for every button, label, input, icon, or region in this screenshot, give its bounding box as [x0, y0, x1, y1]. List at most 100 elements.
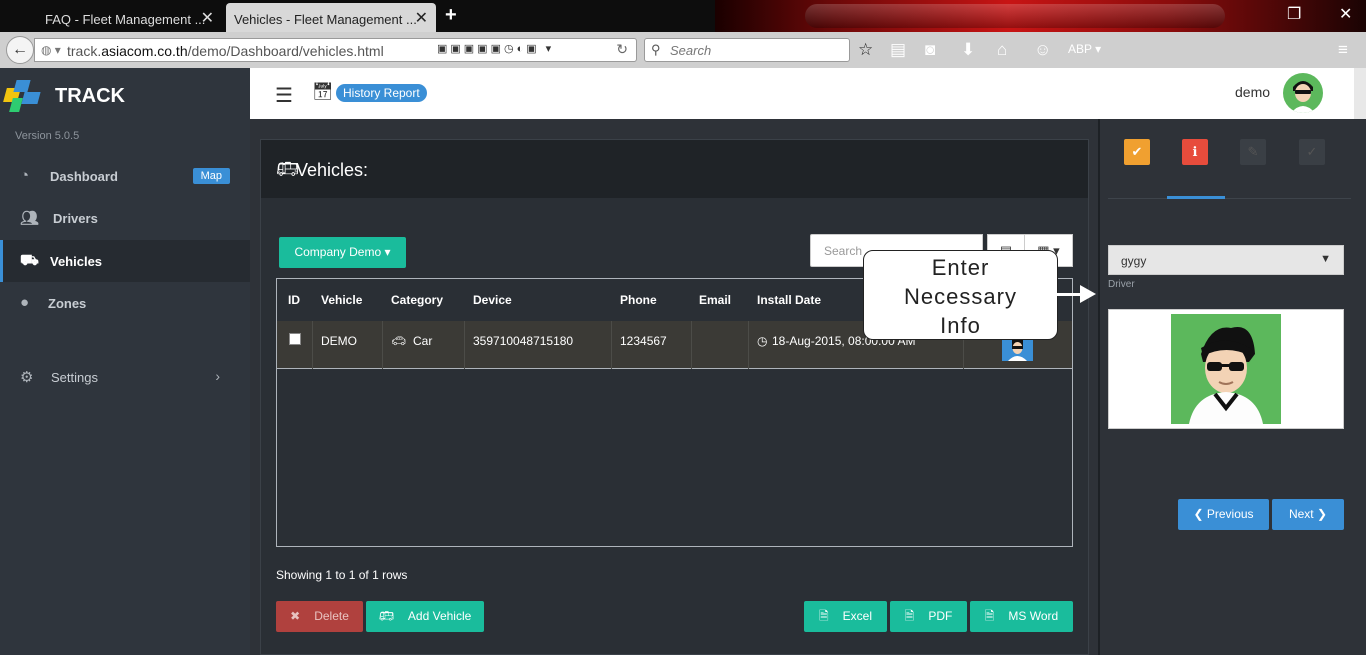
- driver-select[interactable]: gygy ▼: [1108, 245, 1344, 275]
- globe-icon: ●: [20, 294, 30, 311]
- sidebar-item-label: Dashboard: [50, 169, 118, 184]
- url-bar[interactable]: ◍ ▾ track.asiacom.co.th/demo/Dashboard/v…: [34, 38, 637, 62]
- browser-tab-faq[interactable]: FAQ - Fleet Management ... ✕: [0, 3, 222, 32]
- hamburger-menu-icon[interactable]: ☰: [275, 83, 293, 108]
- calendar-icon[interactable]: 📅︎: [312, 82, 334, 102]
- close-tab-icon[interactable]: ✕: [415, 8, 428, 28]
- step-edit-icon[interactable]: ✎: [1240, 139, 1266, 165]
- column-header-phone[interactable]: Phone: [620, 293, 657, 307]
- file-word-icon: 🗎︎: [984, 609, 995, 623]
- sidebar-item-label: Settings: [51, 370, 98, 385]
- version-label: Version 5.0.5: [15, 130, 80, 142]
- adblock-icon[interactable]: ABP ▾: [1068, 42, 1101, 56]
- column-header-email[interactable]: Email: [699, 293, 731, 307]
- callout-line: Necessary: [904, 284, 1017, 309]
- back-arrow-icon[interactable]: ←: [6, 36, 34, 64]
- history-report-button[interactable]: History Report: [336, 84, 427, 102]
- close-icon: ✖: [290, 609, 301, 623]
- instruction-callout: Enter Necessary Info: [863, 250, 1058, 340]
- download-icon[interactable]: ⬇: [961, 40, 975, 60]
- cell-category: Car: [413, 334, 433, 348]
- sidebar-item-vehicles[interactable]: ⛟ Vehicles: [0, 240, 250, 282]
- map-badge[interactable]: Map: [192, 168, 230, 184]
- file-pdf-icon: 🗎︎: [904, 609, 915, 623]
- delete-button[interactable]: ✖ Delete: [276, 601, 363, 632]
- close-window-icon[interactable]: ✕: [1339, 4, 1352, 24]
- sidebar-item-dashboard[interactable]: ◔ Dashboard Map: [0, 155, 250, 197]
- username[interactable]: demo: [1235, 84, 1270, 100]
- export-word-button[interactable]: 🗎︎ MS Word: [970, 601, 1073, 632]
- browser-tab-vehicles[interactable]: Vehicles - Fleet Management ... ✕: [226, 3, 436, 32]
- file-excel-icon: 🗎︎: [819, 609, 829, 623]
- wizard-panel: ✔ ℹ ✎ ✓ gygy ▼ Driver ❮ Previous Next ❯: [1098, 119, 1366, 655]
- column-header-category[interactable]: Category: [391, 293, 443, 307]
- sidebar-item-label: Drivers: [53, 211, 98, 226]
- panel-header: 🚌︎ Vehicles:: [261, 140, 1088, 198]
- extension-icons[interactable]: ▣▣▣▣▣◷◐▣ ▾: [437, 42, 554, 55]
- brand-name: TRACK: [55, 85, 125, 107]
- row-checkbox[interactable]: [289, 333, 301, 345]
- sidebar-item-label: Zones: [48, 296, 87, 311]
- clock-icon: ◷: [757, 334, 768, 348]
- theme-background: [715, 0, 1366, 32]
- step-info-icon[interactable]: ℹ: [1182, 139, 1208, 165]
- sidebar-item-zones[interactable]: ● Zones: [0, 282, 250, 324]
- driver-thumbnail[interactable]: [1002, 337, 1033, 361]
- column-header-id[interactable]: ID: [288, 293, 300, 307]
- column-header-install-date[interactable]: Install Date: [757, 293, 821, 307]
- reload-icon[interactable]: ↻: [616, 41, 628, 58]
- tab-title: Vehicles - Fleet Management ...: [234, 12, 417, 27]
- search-bar[interactable]: ⚲ Search: [644, 38, 850, 62]
- chevron-left-icon: ❮: [1193, 507, 1204, 521]
- previous-button[interactable]: ❮ Previous: [1178, 499, 1269, 530]
- menu-icon[interactable]: ≡: [1338, 40, 1348, 60]
- search-icon: ⚲: [651, 42, 661, 57]
- pocket-icon[interactable]: ◙: [925, 40, 935, 60]
- wizard-active-indicator: [1167, 196, 1225, 199]
- cell-device: 359710048715180: [473, 334, 574, 348]
- chevron-right-icon: ›: [215, 368, 220, 384]
- tab-title: FAQ - Fleet Management ...: [45, 12, 206, 27]
- browser-tabbar: FAQ - Fleet Management ... ✕ Vehicles - …: [0, 0, 1366, 32]
- globe-icon: ◍ ▾: [41, 43, 61, 57]
- page-scrollbar[interactable]: [1354, 68, 1366, 119]
- callout-line: Enter: [931, 255, 990, 280]
- browser-navbar: ← ◍ ▾ track.asiacom.co.th/demo/Dashboard…: [0, 32, 1366, 68]
- bookmark-star-icon[interactable]: ☆: [858, 40, 873, 60]
- column-header-device[interactable]: Device: [473, 293, 512, 307]
- dashboard-icon: ◔: [20, 167, 30, 184]
- wizard-progress-line: [1108, 198, 1351, 199]
- sidebar: TRACK Version 5.0.5 ◔ Dashboard Map 👥︎ D…: [0, 68, 250, 655]
- add-vehicle-button[interactable]: 🚌︎ Add Vehicle: [366, 601, 484, 632]
- new-tab-icon[interactable]: +: [445, 4, 457, 27]
- restore-window-icon[interactable]: ❐: [1287, 4, 1301, 24]
- home-icon[interactable]: ⌂: [997, 40, 1007, 60]
- step-check-icon[interactable]: ✔: [1124, 139, 1150, 165]
- sidebar-item-drivers[interactable]: 👥︎ Drivers: [0, 197, 250, 239]
- truck-icon: ⛟: [20, 252, 39, 269]
- chevron-right-icon: ❯: [1316, 507, 1328, 521]
- emoji-icon[interactable]: ☺: [1034, 40, 1051, 60]
- avatar[interactable]: [1283, 73, 1323, 113]
- app-topbar: ☰ 📅︎ History Report demo: [250, 68, 1366, 119]
- column-header-vehicle[interactable]: Vehicle: [321, 293, 362, 307]
- bus-icon: 🚌︎: [378, 609, 394, 623]
- sidebar-item-settings[interactable]: ⚙ Settings ›: [0, 356, 250, 398]
- track-logo-icon: [3, 80, 47, 112]
- close-tab-icon[interactable]: ✕: [201, 8, 214, 28]
- search-placeholder: Search: [670, 43, 712, 58]
- export-excel-button[interactable]: 🗎︎ Excel: [804, 601, 887, 632]
- reading-list-icon[interactable]: ▤: [890, 40, 906, 60]
- driver-photo-frame: [1108, 309, 1344, 429]
- url-text: track.asiacom.co.th/demo/Dashboard/vehic…: [67, 43, 384, 59]
- driver-select-value: gygy: [1121, 254, 1147, 268]
- step-done-icon[interactable]: ✓: [1299, 139, 1325, 165]
- search-placeholder: Search: [824, 244, 863, 258]
- sidebar-item-label: Vehicles: [50, 254, 103, 269]
- callout-line: Info: [940, 313, 981, 338]
- next-button[interactable]: Next ❯: [1272, 499, 1344, 530]
- company-dropdown[interactable]: Company Demo ▾: [279, 237, 406, 268]
- gears-icon: ⚙: [20, 369, 34, 386]
- export-pdf-button[interactable]: 🗎︎ PDF: [890, 601, 967, 632]
- driver-label: Driver: [1108, 279, 1135, 290]
